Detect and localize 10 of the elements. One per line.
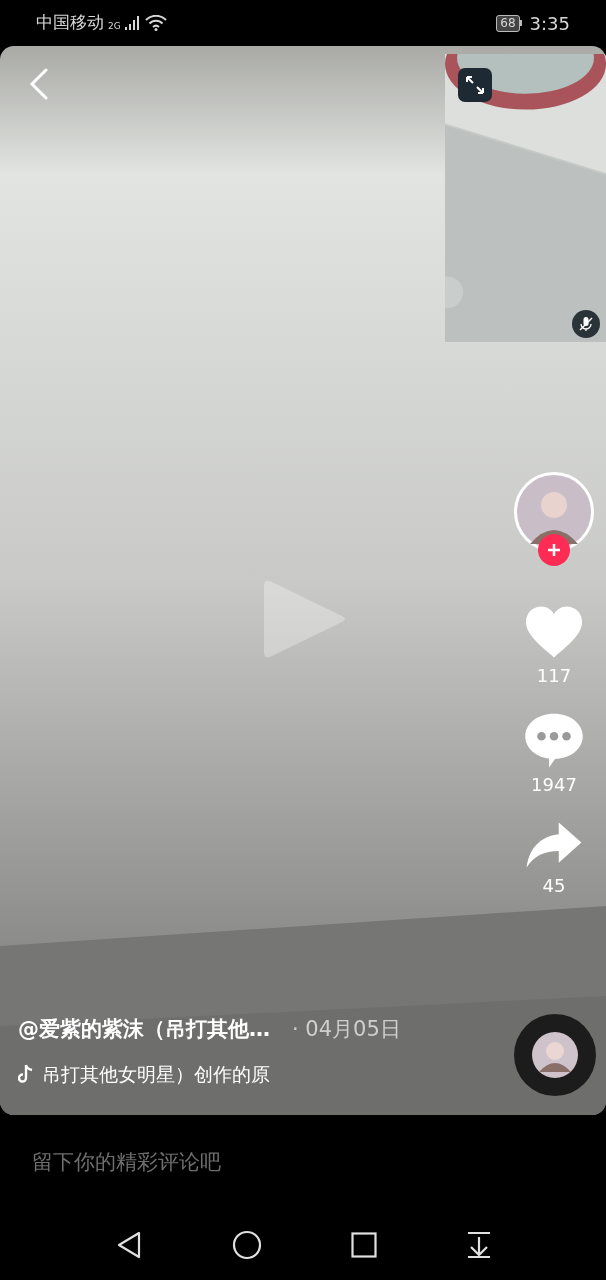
carrier-name: 中国移动 <box>36 11 104 35</box>
comment-field[interactable]: 留下你的精彩评论吧 <box>32 1146 574 1179</box>
signal-icon <box>124 16 141 30</box>
wifi-icon <box>144 15 167 31</box>
collapse-nav-icon[interactable] <box>465 1231 492 1259</box>
battery-indicator: 68 <box>496 14 520 32</box>
clock: 3:35 <box>529 11 570 36</box>
recents-nav-icon[interactable] <box>350 1232 377 1258</box>
network-type: 2G <box>108 20 121 34</box>
home-nav-icon[interactable] <box>231 1230 262 1260</box>
